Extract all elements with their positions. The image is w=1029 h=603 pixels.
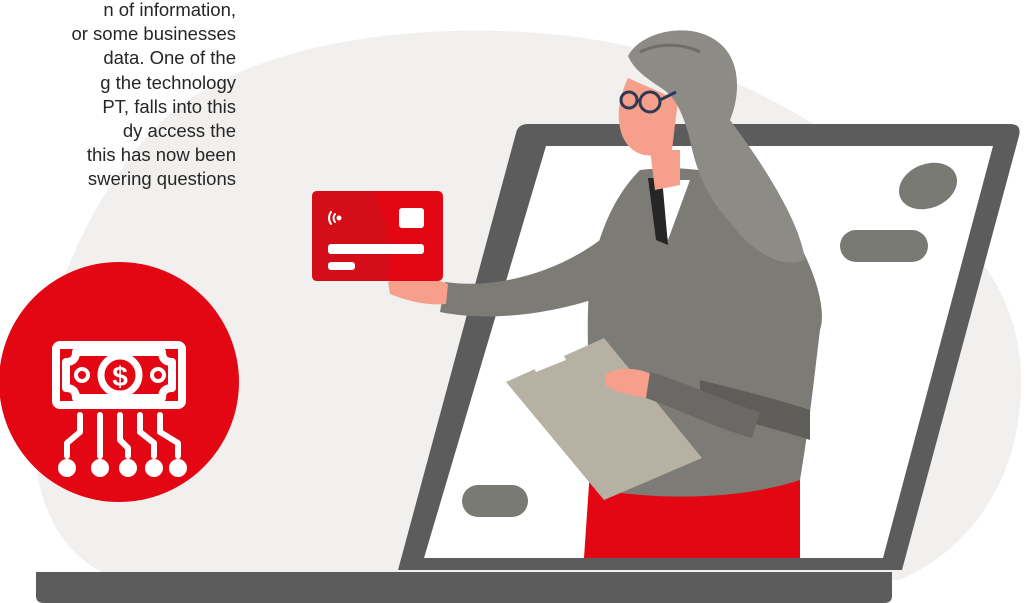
chip-icon [399,208,424,228]
svg-text:$: $ [112,361,128,392]
money-circuit-icon: $ [0,262,239,502]
credit-card [312,191,443,281]
laptop-base [36,572,892,603]
illustration: $ [0,30,1020,603]
